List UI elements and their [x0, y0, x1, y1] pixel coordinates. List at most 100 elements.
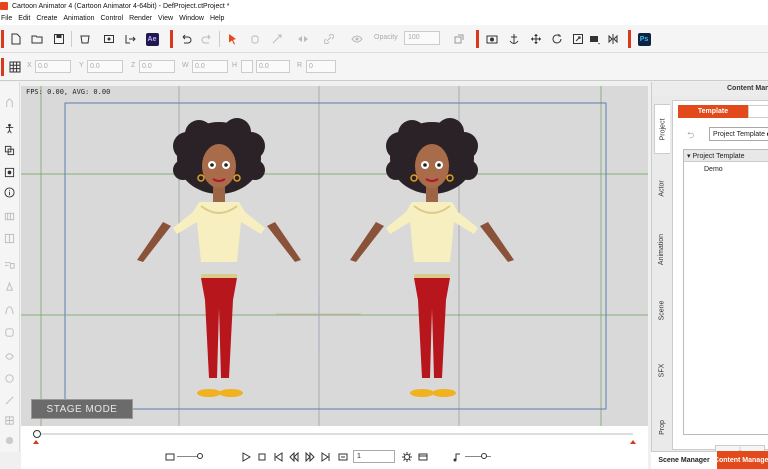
- camera-icon[interactable]: [485, 32, 499, 46]
- volume-slider-handle[interactable]: [481, 453, 487, 459]
- photoshop-icon[interactable]: Ps: [637, 32, 651, 46]
- left-toolbar: [0, 82, 20, 452]
- mask-icon[interactable]: [3, 372, 16, 385]
- menu-create[interactable]: Create: [36, 15, 57, 22]
- start-marker[interactable]: [33, 440, 39, 444]
- tab-actor[interactable]: Actor: [654, 158, 670, 218]
- reset-transform-icon[interactable]: [452, 32, 466, 46]
- menu-render[interactable]: Render: [129, 15, 152, 22]
- mirror-icon[interactable]: [606, 32, 620, 46]
- tab-animation[interactable]: Animation: [654, 218, 670, 280]
- next-frame-icon[interactable]: [304, 451, 316, 463]
- loop-icon[interactable]: [337, 451, 349, 463]
- tab-prop[interactable]: Prop: [654, 400, 670, 454]
- app-icon: [0, 2, 8, 10]
- opacity-input[interactable]: 100: [404, 31, 440, 45]
- tab-sfx[interactable]: SFX: [654, 340, 670, 400]
- play-icon[interactable]: [240, 451, 252, 463]
- motion-icon[interactable]: [3, 258, 16, 271]
- content-manager-panel: Content Manager Project Actor Animation …: [651, 82, 768, 469]
- rotate-icon[interactable]: [550, 32, 564, 46]
- lock-ratio-toggle[interactable]: [241, 60, 253, 73]
- add-point-icon[interactable]: [270, 32, 284, 46]
- h-input[interactable]: 0.0: [256, 60, 290, 73]
- template-tree: ▾ Project Template Demo: [683, 149, 768, 435]
- menu-edit[interactable]: Edit: [18, 15, 30, 22]
- layer-icon[interactable]: [3, 232, 16, 245]
- timeline-icon[interactable]: [3, 210, 16, 223]
- sprite-icon[interactable]: [3, 144, 16, 157]
- window-title: Cartoon Animator 4 (Cartoon Animator 4-6…: [12, 2, 230, 10]
- stop-icon[interactable]: [256, 451, 268, 463]
- open-folder-icon[interactable]: [30, 32, 44, 46]
- visibility-eye-icon[interactable]: [350, 32, 364, 46]
- grid-icon[interactable]: [8, 60, 22, 74]
- tree-header[interactable]: ▾ Project Template: [684, 150, 768, 162]
- path-icon[interactable]: [3, 394, 16, 407]
- prev-frame-icon[interactable]: [288, 451, 300, 463]
- scale-icon[interactable]: [571, 32, 585, 46]
- menu-animation[interactable]: Animation: [63, 15, 94, 22]
- w-input[interactable]: 0.0: [192, 60, 228, 73]
- r-input[interactable]: 0: [306, 60, 336, 73]
- render-icon[interactable]: [3, 434, 16, 447]
- effects-icon[interactable]: [3, 414, 16, 427]
- character-icon[interactable]: [3, 122, 16, 135]
- render-preview-icon[interactable]: [417, 451, 429, 463]
- anchor-icon[interactable]: [507, 32, 521, 46]
- deform-icon[interactable]: [3, 304, 16, 317]
- tab-project[interactable]: Project: [654, 104, 670, 154]
- select-arrow-icon[interactable]: [226, 32, 240, 46]
- x-input[interactable]: 0.0: [35, 60, 71, 73]
- menu-window[interactable]: Window: [179, 15, 204, 22]
- undo-icon[interactable]: [179, 32, 193, 46]
- first-frame-icon[interactable]: [272, 451, 284, 463]
- flip-icon[interactable]: [296, 32, 310, 46]
- puppet-icon[interactable]: [3, 280, 16, 293]
- morph-icon[interactable]: [3, 350, 16, 363]
- y-input[interactable]: 0.0: [87, 60, 123, 73]
- timeline-scrubber[interactable]: [21, 426, 648, 446]
- hand-icon[interactable]: [248, 32, 262, 46]
- spring-icon[interactable]: [3, 326, 16, 339]
- save-icon[interactable]: [52, 32, 66, 46]
- volume-slider[interactable]: [465, 456, 491, 457]
- tab-scene[interactable]: Scene: [654, 280, 670, 340]
- camera-menu-icon[interactable]: [588, 32, 602, 46]
- link-icon[interactable]: [322, 32, 336, 46]
- frame-input[interactable]: 1: [353, 450, 395, 463]
- last-frame-icon[interactable]: [320, 451, 332, 463]
- template-dropdown[interactable]: Project Template ▸: [709, 127, 768, 141]
- title-bar: Cartoon Animator 4 (Cartoon Animator 4-6…: [0, 0, 768, 12]
- face-key-icon[interactable]: [3, 166, 16, 179]
- info-icon[interactable]: [3, 186, 16, 199]
- export-icon[interactable]: [123, 32, 137, 46]
- import-icon[interactable]: [102, 32, 116, 46]
- bone-icon[interactable]: [3, 96, 16, 109]
- end-marker[interactable]: [630, 440, 636, 444]
- back-arrow-icon[interactable]: ⮌: [687, 128, 699, 140]
- menu-view[interactable]: View: [158, 15, 173, 22]
- separator: [219, 31, 220, 47]
- z-input[interactable]: 0.0: [139, 60, 175, 73]
- menu-file[interactable]: File: [1, 15, 12, 22]
- tab-content-manager[interactable]: Content Manager: [717, 451, 768, 469]
- menu-help[interactable]: Help: [210, 15, 224, 22]
- character-left: [137, 118, 301, 397]
- playhead-handle[interactable]: [33, 430, 41, 438]
- settings-gear-icon[interactable]: [401, 451, 413, 463]
- tab-scene-manager[interactable]: Scene Manager: [651, 451, 717, 469]
- move-icon[interactable]: [529, 32, 543, 46]
- stage-viewport[interactable]: FPS: 0.00, AVG: 0.00 STAGE MODE: [21, 86, 648, 426]
- volume-note-icon[interactable]: [451, 451, 463, 463]
- tree-item-demo[interactable]: Demo: [684, 162, 768, 173]
- speed-icon[interactable]: [164, 451, 176, 463]
- clean-icon[interactable]: [78, 32, 92, 46]
- redo-icon[interactable]: [200, 32, 214, 46]
- custom-tab[interactable]: [748, 105, 768, 118]
- new-file-icon[interactable]: [9, 32, 23, 46]
- template-tab[interactable]: Template: [678, 105, 748, 118]
- after-effects-icon[interactable]: Ae: [145, 32, 159, 46]
- menu-control[interactable]: Control: [101, 15, 124, 22]
- speed-slider-handle[interactable]: [197, 453, 203, 459]
